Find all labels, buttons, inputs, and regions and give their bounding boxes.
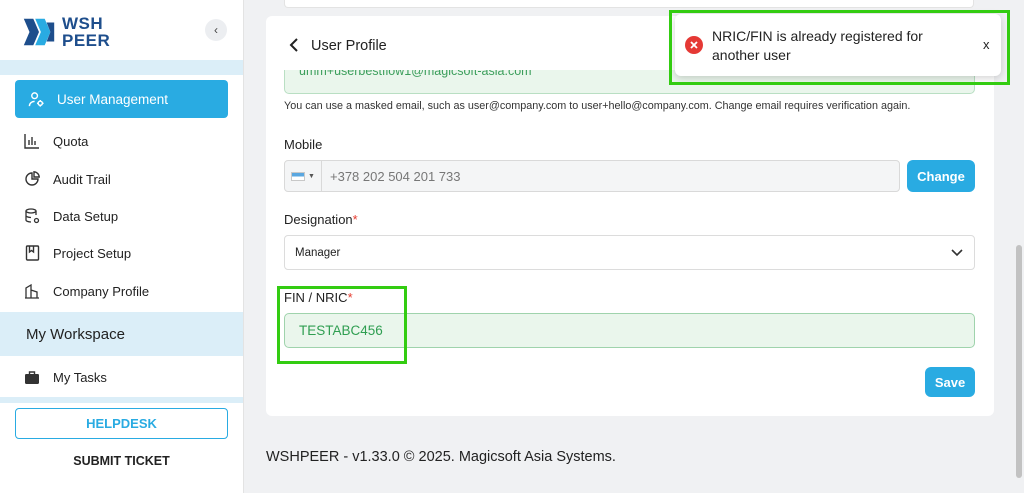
sidebar-item-label: Project Setup [53, 245, 132, 261]
collapse-sidebar-button[interactable]: ‹ [205, 19, 227, 41]
book-icon [23, 244, 41, 262]
sidebar-item-label: Data Setup [53, 208, 119, 224]
sidebar-item-data-setup[interactable]: Data Setup [15, 197, 228, 235]
chevron-left-icon [289, 38, 298, 52]
sidebar-item-label: My Tasks [53, 369, 107, 385]
designation-select[interactable]: Manager [284, 235, 975, 270]
sidebar-item-company-profile[interactable]: Company Profile [15, 272, 228, 310]
wshpeer-logo-icon [23, 18, 55, 46]
required-mark: * [352, 212, 358, 227]
mobile-value: +378 202 504 201 733 [330, 168, 461, 184]
scrollbar-thumb[interactable] [1016, 245, 1022, 478]
submit-ticket-link[interactable]: SUBMIT TICKET [15, 450, 228, 472]
buildings-icon [23, 282, 41, 300]
change-mobile-button[interactable]: Change [907, 160, 975, 192]
logo-line1: WSH [62, 14, 104, 33]
previous-field-edge [284, 0, 974, 8]
bar-chart-icon [23, 132, 41, 150]
page-title: User Profile [311, 38, 387, 54]
logo-line2: PEER [62, 31, 111, 50]
helpdesk-label: HELPDESK [86, 416, 157, 431]
sidebar-item-project-setup[interactable]: Project Setup [15, 234, 228, 272]
caret-down-icon: ▼ [308, 172, 315, 180]
logo-text: WSH PEER [62, 15, 110, 49]
sidebar-item-user-management[interactable]: User Management [15, 80, 228, 118]
user-gear-icon [27, 90, 45, 108]
email-value: umm+userbestflow1@magicsoft-asia.com [299, 70, 532, 78]
sidebar-item-label: Audit Trail [53, 171, 111, 187]
save-label: Save [934, 374, 966, 390]
back-button[interactable] [289, 38, 299, 57]
chevron-down-icon [951, 249, 963, 257]
nav-band [0, 397, 243, 403]
sidebar-item-audit-trail[interactable]: Audit Trail [15, 160, 228, 198]
mobile-input[interactable]: ▼ +378 202 504 201 733 [284, 160, 900, 192]
sidebar-item-label: Company Profile [53, 283, 150, 299]
designation-value: Manager [295, 246, 341, 259]
sidebar-item-label: User Management [57, 91, 169, 107]
sidebar: WSH PEER ‹ User Management Quota Audit T… [0, 0, 244, 493]
sidebar-item-my-tasks[interactable]: My Tasks [15, 358, 228, 396]
nav-band [0, 60, 243, 75]
footer-text: WSHPEER - v1.33.0 © 2025. Magicsoft Asia… [266, 449, 616, 465]
country-flag-icon [291, 171, 306, 181]
database-icon [23, 207, 41, 225]
chevron-left-icon: ‹ [214, 23, 218, 37]
logo[interactable]: WSH PEER [20, 10, 140, 54]
submit-ticket-label: SUBMIT TICKET [73, 454, 170, 468]
save-button[interactable]: Save [925, 367, 975, 397]
pie-chart-icon [23, 170, 41, 188]
briefcase-icon [23, 368, 41, 386]
sidebar-item-quota[interactable]: Quota [15, 122, 228, 160]
sidebar-item-label: Quota [53, 133, 89, 149]
change-label: Change [917, 168, 965, 184]
country-code-select[interactable]: ▼ [285, 161, 322, 191]
helpdesk-button[interactable]: HELPDESK [15, 408, 228, 439]
email-hint: You can use a masked email, such as user… [284, 100, 911, 112]
mobile-label: Mobile [284, 137, 322, 152]
my-workspace-section[interactable]: My Workspace [0, 312, 243, 356]
designation-label: Designation* [284, 212, 358, 227]
mobile-label-text: Mobile [284, 137, 323, 152]
fin-highlight-box [277, 286, 407, 364]
workspace-label: My Workspace [26, 325, 125, 343]
designation-label-text: Designation [284, 212, 353, 227]
toast-highlight-box [669, 10, 1010, 85]
